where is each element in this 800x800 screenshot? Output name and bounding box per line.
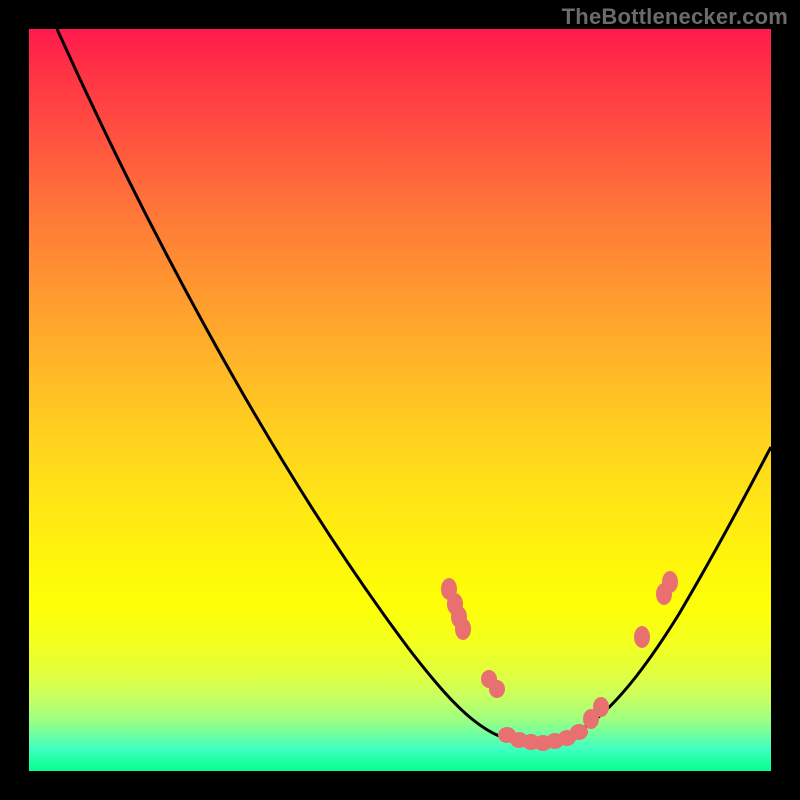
data-marker [634,626,650,648]
bottleneck-curve [57,29,771,743]
data-marker [570,724,588,740]
chart-frame: TheBottlenecker.com [0,0,800,800]
data-marker [593,697,609,717]
chart-svg [29,29,771,771]
watermark-text: TheBottlenecker.com [562,4,788,30]
data-marker [455,618,471,640]
data-marker [489,680,505,698]
data-marker [662,571,678,593]
